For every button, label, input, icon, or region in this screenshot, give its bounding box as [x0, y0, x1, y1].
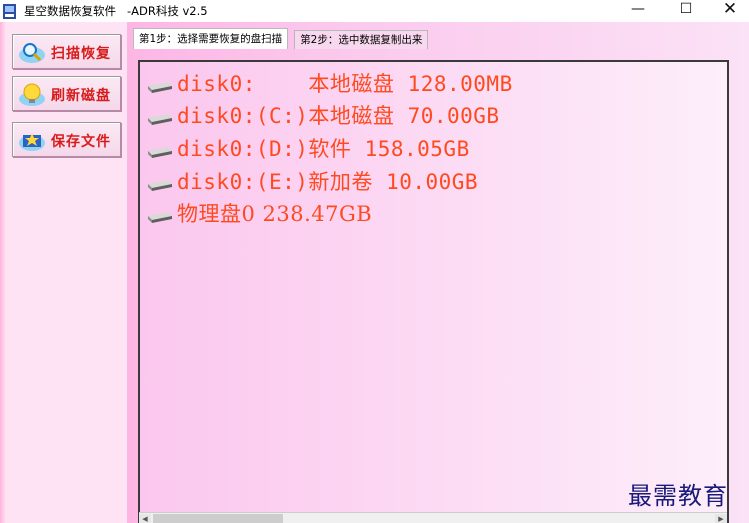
step-tabs: 第1步：选择需要恢复的盘扫描 第2步：选中数据复制出来	[133, 28, 429, 50]
sidebar: 扫描恢复 刷新磁盘 保存文件	[0, 22, 127, 523]
refresh-disk-label: 刷新磁盘	[51, 88, 111, 104]
lightbulb-icon	[19, 83, 45, 106]
app-icon	[3, 3, 16, 19]
save-folder-icon	[19, 133, 45, 151]
disk-icon	[148, 82, 172, 93]
list-item[interactable]: 物理盘0 238.47GB	[146, 198, 372, 228]
minimize-button[interactable]: —	[616, 0, 660, 18]
disk-label: disk0:(C:)本地磁盘 70.00GB	[177, 104, 500, 128]
disk-icon	[148, 114, 172, 125]
window-title: 星空数据恢复软件 -ADR科技 v2.5	[24, 4, 208, 18]
disk-icon	[148, 180, 172, 191]
scroll-right-icon[interactable]: ▶	[715, 514, 727, 523]
disk-label: disk0: 本地磁盘 128.00MB	[177, 72, 513, 96]
list-item[interactable]: disk0:(D:)软件 158.05GB	[146, 133, 470, 163]
list-item[interactable]: disk0:(C:)本地磁盘 70.00GB	[146, 100, 500, 130]
list-item[interactable]: disk0:(E:)新加卷 10.00GB	[146, 166, 478, 196]
app-window: 星空数据恢复软件 -ADR科技 v2.5 — ☐ ✕ 扫描恢复 刷新磁盘 保存文…	[0, 0, 749, 523]
maximize-button[interactable]: ☐	[664, 0, 708, 18]
disk-icon	[148, 147, 172, 158]
disk-icon	[148, 212, 172, 223]
tab-step1[interactable]: 第1步：选择需要恢复的盘扫描	[133, 28, 289, 49]
scroll-thumb[interactable]	[153, 514, 283, 523]
horizontal-scrollbar[interactable]: ◀ ▶	[139, 512, 727, 523]
main-content: 第1步：选择需要恢复的盘扫描 第2步：选中数据复制出来 disk0: 本地磁盘 …	[127, 22, 749, 523]
disk-list: disk0: 本地磁盘 128.00MB disk0:(C:)本地磁盘 70.0…	[138, 60, 729, 523]
scroll-left-icon[interactable]: ◀	[139, 514, 151, 523]
scan-recover-label: 扫描恢复	[51, 46, 111, 62]
save-file-button[interactable]: 保存文件	[12, 122, 121, 157]
save-file-label: 保存文件	[51, 134, 111, 150]
disk-label: disk0:(E:)新加卷 10.00GB	[177, 170, 479, 194]
refresh-disk-button[interactable]: 刷新磁盘	[12, 76, 121, 111]
watermark: 最需教育	[628, 482, 728, 510]
tab-step2[interactable]: 第2步：选中数据复制出来	[294, 30, 429, 49]
list-item[interactable]: disk0: 本地磁盘 128.00MB	[146, 68, 513, 98]
title-bar: 星空数据恢复软件 -ADR科技 v2.5 — ☐ ✕	[0, 0, 749, 22]
close-button[interactable]: ✕	[708, 0, 749, 19]
disk-label: 物理盘0 238.47GB	[177, 202, 373, 226]
magnifier-icon	[19, 43, 45, 63]
disk-label: disk0:(D:)软件 158.05GB	[177, 137, 470, 161]
scan-recover-button[interactable]: 扫描恢复	[12, 34, 121, 69]
